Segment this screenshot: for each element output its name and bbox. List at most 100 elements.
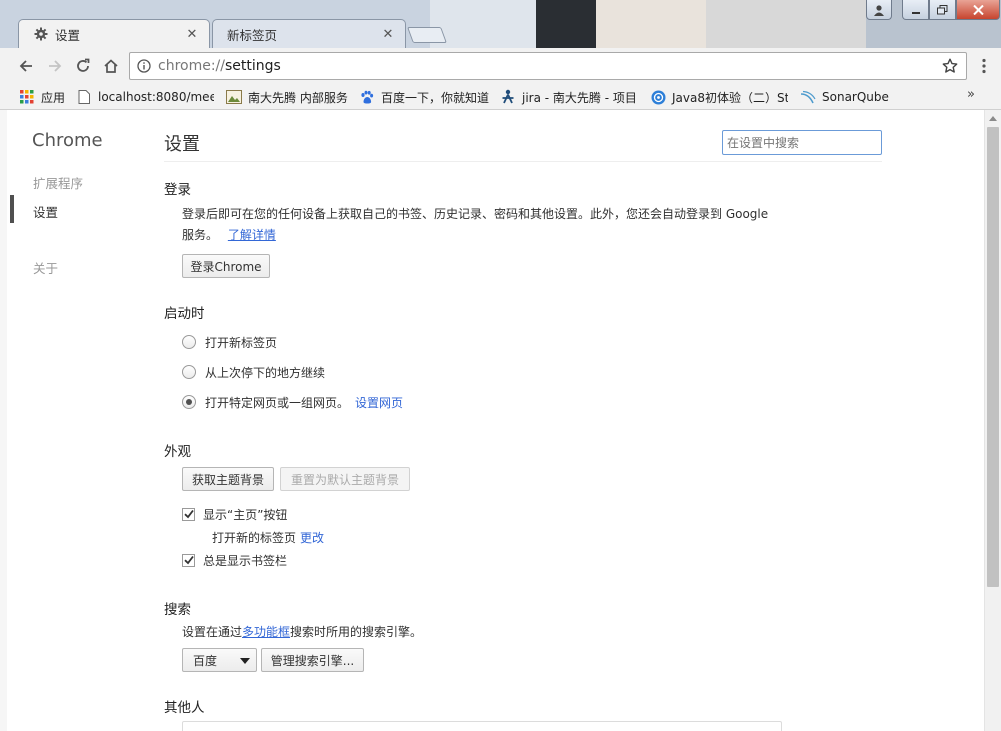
section-heading-appearance: 外观 [164,444,191,460]
back-button[interactable] [15,55,37,77]
reset-theme-button[interactable]: 重置为默认主题背景 [280,467,410,491]
divider [164,161,882,162]
desktop-background [596,0,706,48]
change-home-link[interactable]: 更改 [300,529,324,546]
checkbox[interactable] [182,507,195,521]
new-tab-button[interactable] [407,27,447,43]
close-icon[interactable]: ✕ [185,27,199,42]
window-edge [0,110,7,731]
scrollbar-thumb[interactable] [987,127,999,587]
section-heading-people: 其他人 [164,700,205,716]
radio-button[interactable] [182,335,196,349]
learn-more-link[interactable]: 了解详情 [228,228,276,242]
restore-icon [937,4,948,14]
url-path: settings [225,58,281,74]
star-icon[interactable] [942,58,958,74]
checkbox-label: 总是显示书签栏 [203,553,288,568]
bookmark-apps[interactable]: 应用 [19,87,69,107]
bookmark-java8[interactable]: Java8初体验（二）St [650,87,788,107]
info-icon[interactable] [130,59,158,73]
bookmark-baidu[interactable]: 百度一下，你就知道 [359,87,493,107]
radio-label: 打开特定网页或一组网页。 [205,395,350,410]
bookmark-sonarqube[interactable]: SonarQube [800,87,900,107]
more-vertical-icon [982,58,986,74]
startup-option-new-tab[interactable]: 打开新标签页 [182,333,277,351]
sidebar-item-settings[interactable]: 设置 [33,202,58,221]
bookmark-label: jira - 南大先腾 - 项目 [522,90,637,105]
search-desc-text: 搜索时所用的搜索引擎。 [290,625,423,639]
gear-icon [33,26,49,42]
address-bar[interactable]: chrome://settings [129,52,967,80]
page-title: 设置 [164,134,200,155]
radio-label: 打开新标签页 [205,335,278,350]
radio-checked-dot [186,399,192,405]
tab-new-tab[interactable]: 新标签页 ✕ [212,19,406,48]
show-bookmarks-option[interactable]: 总是显示书签栏 [182,551,287,569]
close-window-button[interactable] [956,0,1000,20]
home-page-setting: 打开新的标签页 更改 [212,528,324,546]
bookmark-jira[interactable]: jira - 南大先腾 - 项目 [500,87,638,107]
section-heading-signin: 登录 [164,182,191,198]
bookmark-internal-service[interactable]: 南大先腾 内部服务 [226,87,352,107]
maximize-button[interactable] [929,0,956,20]
radio-button[interactable] [182,395,196,409]
sidebar-selection-marker [10,195,14,223]
omnibox-link[interactable]: 多功能框 [242,625,290,639]
checkbox[interactable] [182,553,195,567]
signin-button[interactable]: 登录Chrome [182,254,270,278]
jira-icon [500,89,516,105]
bookmark-localhost[interactable]: localhost:8080/meet [76,87,214,107]
desktop-background [430,0,540,48]
forward-button[interactable] [44,55,66,77]
checkbox-label: 显示“主页”按钮 [203,507,288,522]
check-icon [183,509,194,519]
sidebar-item-about[interactable]: 关于 [33,258,58,277]
arrow-left-icon [19,60,32,72]
chevron-double-right-icon[interactable]: » [967,87,975,102]
radio-label: 从上次停下的地方继续 [205,365,326,380]
chevron-down-icon [240,658,250,664]
section-heading-search: 搜索 [164,602,191,618]
show-home-option[interactable]: 显示“主页”按钮 [182,505,287,523]
manage-search-engines-button[interactable]: 管理搜索引擎... [261,648,364,672]
settings-search-input[interactable] [722,130,882,155]
vertical-scrollbar[interactable] [984,110,1001,731]
close-icon[interactable]: ✕ [381,27,395,42]
people-list [182,721,782,731]
sidebar-item-extensions[interactable]: 扩展程序 [33,173,83,192]
home-page-value: 打开新的标签页 [212,530,297,545]
search-engine-select[interactable]: 百度 [182,648,257,672]
set-pages-link[interactable]: 设置网页 [355,394,403,411]
close-icon [972,4,984,15]
search-desc-text: 设置在通过 [182,625,243,639]
desktop-background [536,0,596,48]
bookmark-label: 应用 [41,90,66,105]
tab-settings[interactable]: 设置 ✕ [18,19,210,48]
menu-button[interactable] [976,56,992,76]
bookmark-label: Java8初体验（二）St [672,90,788,105]
radio-button[interactable] [182,365,196,379]
check-icon [183,555,194,565]
apps-grid-icon [19,89,35,105]
settings-page: Chrome 扩展程序 设置 关于 设置 登录 登录后即可在您的任何设备上获取自… [0,110,984,731]
sidebar-title: Chrome [32,130,103,151]
minimize-icon [911,11,920,14]
minimize-button[interactable] [902,0,929,20]
bookmark-label: 百度一下，你就知道 [381,90,490,105]
home-button[interactable] [100,55,122,77]
profile-button[interactable] [866,0,892,20]
search-description: 设置在通过多功能框搜索时所用的搜索引擎。 [182,622,782,643]
startup-option-continue[interactable]: 从上次停下的地方继续 [182,363,325,381]
reload-button[interactable] [72,55,94,77]
get-themes-button[interactable]: 获取主题背景 [182,467,274,491]
toolbar: chrome://settings [0,48,1001,84]
globe-icon [650,89,666,105]
url-scheme: chrome:// [158,58,225,74]
startup-option-specific-pages[interactable]: 打开特定网页或一组网页。 设置网页 [182,393,403,411]
image-icon [226,89,242,105]
page-icon [76,89,92,105]
arrow-right-icon [49,60,62,72]
scroll-up-arrow-icon[interactable] [985,110,1001,126]
search-engine-value: 百度 [193,653,218,668]
bookmarks-bar: 应用 localhost:8080/meet 南大先腾 内部服务 百度一下，你就… [0,84,1001,110]
